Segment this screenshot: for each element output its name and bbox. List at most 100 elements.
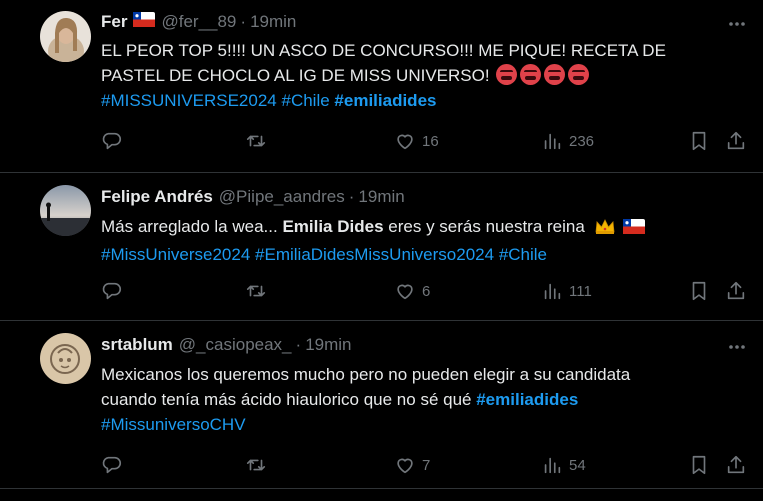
share-icon bbox=[727, 131, 745, 150]
reply-icon bbox=[102, 282, 121, 300]
avatar[interactable] bbox=[40, 333, 91, 384]
retweet-button[interactable] bbox=[245, 453, 267, 477]
angry-face-emoji-icon bbox=[543, 64, 565, 85]
views-icon bbox=[544, 133, 561, 150]
views-icon bbox=[544, 457, 561, 474]
views-button[interactable]: 236 bbox=[541, 129, 594, 153]
hashtag[interactable]: #emiliadides bbox=[334, 91, 436, 110]
view-count: 236 bbox=[569, 132, 595, 150]
tweet-header: srtablum @_casiopeax_ · 19min bbox=[101, 335, 352, 355]
tweet-srtablum[interactable]: srtablum @_casiopeax_ · 19min Mexicanos … bbox=[0, 320, 763, 489]
bookmark-icon bbox=[692, 455, 706, 475]
like-count: 16 bbox=[422, 132, 439, 150]
views-icon bbox=[544, 283, 561, 300]
more-icon[interactable] bbox=[725, 335, 749, 359]
text-fragment: Emilia Dides bbox=[282, 217, 384, 236]
action-bar: 7 54 bbox=[101, 453, 751, 477]
share-button[interactable] bbox=[725, 453, 747, 477]
text-line: Mexicanos los queremos mucho pero no pue… bbox=[101, 365, 631, 384]
like-button[interactable]: 7 bbox=[394, 453, 430, 477]
bookmark-icon bbox=[692, 281, 706, 301]
separator-dot: · bbox=[295, 335, 302, 354]
tweet-felipe[interactable]: Felipe Andrés @Piipe_aandres · 19min Más… bbox=[0, 172, 763, 321]
chile-flag-icon bbox=[133, 12, 156, 32]
hashtag-line: #MISSUNIVERSE2024 #Chile #emiliadides bbox=[101, 88, 741, 113]
tweet-text: Más arreglado la wea... Emilia Dides ere… bbox=[101, 214, 741, 267]
share-icon bbox=[727, 455, 745, 474]
tweet-fer[interactable]: Fer @fer__89 · 19min EL PEOR TOP 5!!!! U… bbox=[0, 0, 763, 173]
angry-face-emoji-icon bbox=[519, 64, 541, 85]
share-icon bbox=[727, 281, 745, 300]
hashtag-line: #MissUniverse2024 #EmiliaDidesMissUniver… bbox=[101, 242, 741, 267]
text-fragment: eres y serás nuestra reina bbox=[388, 217, 585, 236]
angry-face-emoji-icon bbox=[567, 64, 589, 85]
avatar[interactable] bbox=[40, 185, 91, 236]
tweet-header: Felipe Andrés @Piipe_aandres · 19min bbox=[101, 187, 405, 207]
bookmark-button[interactable] bbox=[688, 279, 710, 303]
user-handle[interactable]: @fer__89 bbox=[161, 12, 236, 32]
display-name[interactable]: Fer bbox=[101, 12, 127, 32]
retweet-button[interactable] bbox=[245, 279, 267, 303]
bookmark-icon bbox=[692, 131, 706, 151]
user-handle[interactable]: @_casiopeax_ bbox=[179, 335, 292, 355]
view-count: 111 bbox=[569, 282, 592, 300]
text-line: PASTEL DE CHOCLO AL IG DE MISS UNIVERSO! bbox=[101, 63, 741, 88]
heart-icon bbox=[397, 134, 413, 150]
tweet-header: Fer @fer__89 · 19min bbox=[101, 12, 296, 32]
separator-dot: · bbox=[348, 187, 355, 206]
action-bar: 6 111 bbox=[101, 279, 751, 303]
views-button[interactable]: 54 bbox=[541, 453, 586, 477]
reply-icon bbox=[102, 456, 121, 474]
text-fragment: PASTEL DE CHOCLO AL IG DE MISS UNIVERSO! bbox=[101, 66, 490, 85]
chile-flag-icon bbox=[623, 216, 646, 241]
reply-button[interactable] bbox=[101, 453, 123, 477]
retweet-button[interactable] bbox=[245, 129, 267, 153]
timestamp[interactable]: 19min bbox=[358, 187, 404, 207]
bookmark-button[interactable] bbox=[688, 453, 710, 477]
timestamp[interactable]: 19min bbox=[305, 335, 351, 355]
avatar[interactable] bbox=[40, 11, 91, 62]
heart-icon bbox=[397, 284, 413, 300]
like-button[interactable]: 6 bbox=[394, 279, 430, 303]
hashtag[interactable]: #Chile bbox=[281, 91, 329, 110]
bookmark-button[interactable] bbox=[688, 129, 710, 153]
tweet-text: EL PEOR TOP 5!!!! UN ASCO DE CONCURSO!!!… bbox=[101, 38, 741, 113]
reply-button[interactable] bbox=[101, 279, 123, 303]
angry-face-emoji-icon bbox=[495, 64, 517, 85]
hashtag[interactable]: #MissUniverse2024 bbox=[101, 245, 250, 264]
share-button[interactable] bbox=[725, 129, 747, 153]
text-line: EL PEOR TOP 5!!!! UN ASCO DE CONCURSO!!!… bbox=[101, 41, 666, 60]
retweet-icon bbox=[246, 135, 266, 147]
text-fragment: cuando tenía más ácido hiaulorico que no… bbox=[101, 390, 472, 409]
hashtag[interactable]: #Chile bbox=[499, 245, 547, 264]
display-name[interactable]: Felipe Andrés bbox=[101, 187, 213, 207]
crown-emoji-icon bbox=[594, 217, 616, 242]
timestamp[interactable]: 19min bbox=[250, 12, 296, 32]
hashtag[interactable]: #EmiliaDidesMissUniverso2024 bbox=[255, 245, 494, 264]
separator-dot: · bbox=[240, 12, 247, 31]
retweet-icon bbox=[246, 285, 266, 297]
retweet-icon bbox=[246, 459, 266, 471]
text-line: Más arreglado la wea... Emilia Dides ere… bbox=[101, 214, 741, 242]
hashtag[interactable]: #emiliadides bbox=[476, 390, 578, 409]
timeline-feed: Fer @fer__89 · 19min EL PEOR TOP 5!!!! U… bbox=[0, 0, 763, 501]
more-icon[interactable] bbox=[725, 12, 749, 36]
like-button[interactable]: 16 bbox=[394, 129, 439, 153]
reply-button[interactable] bbox=[101, 129, 123, 153]
text-line: cuando tenía más ácido hiaulorico que no… bbox=[101, 387, 741, 412]
like-count: 7 bbox=[422, 456, 431, 474]
view-count: 54 bbox=[569, 456, 586, 474]
views-button[interactable]: 111 bbox=[541, 279, 592, 303]
tweet-text: Mexicanos los queremos mucho pero no pue… bbox=[101, 362, 741, 437]
action-bar: 16 236 bbox=[101, 129, 751, 153]
share-button[interactable] bbox=[725, 279, 747, 303]
display-name[interactable]: srtablum bbox=[101, 335, 173, 355]
like-count: 6 bbox=[422, 282, 431, 300]
hashtag[interactable]: #MissuniversoCHV bbox=[101, 415, 246, 434]
hashtag-line: #MissuniversoCHV bbox=[101, 412, 741, 437]
hashtag[interactable]: #MISSUNIVERSE2024 bbox=[101, 91, 277, 110]
text-fragment: Más arreglado la wea... bbox=[101, 217, 278, 236]
heart-icon bbox=[397, 458, 413, 474]
user-handle[interactable]: @Piipe_aandres bbox=[219, 187, 345, 207]
reply-icon bbox=[102, 132, 121, 150]
